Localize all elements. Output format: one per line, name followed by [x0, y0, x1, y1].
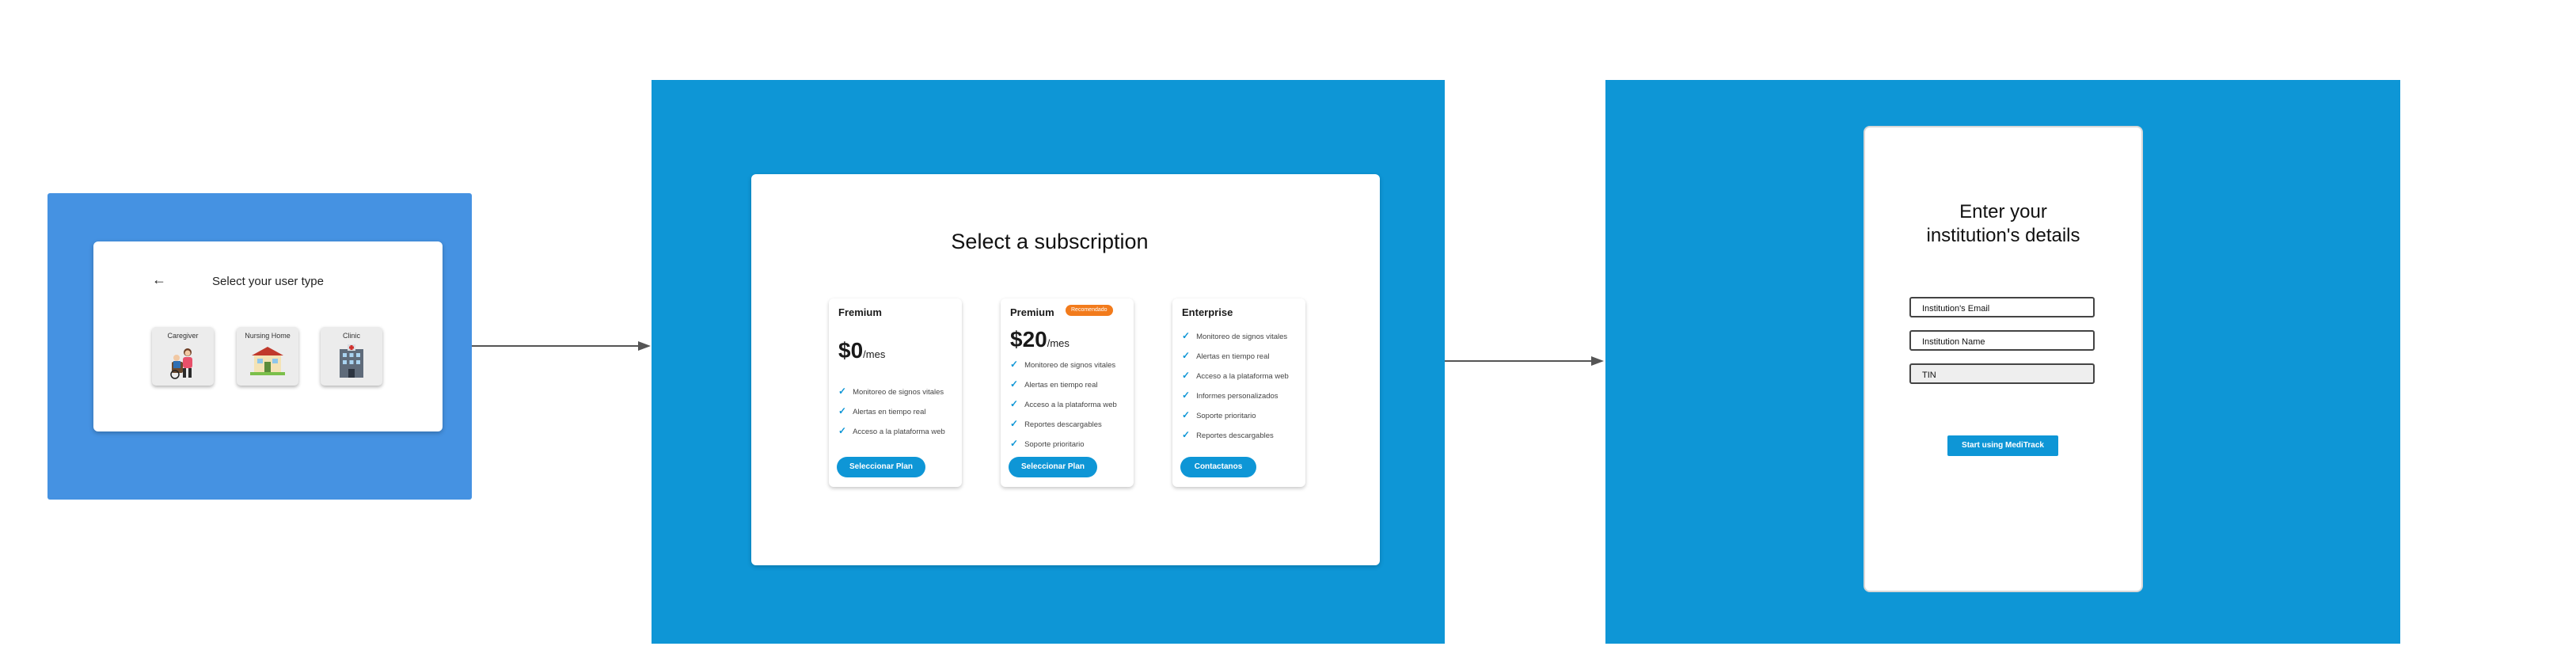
plan-feature: ✓ Alertas en tiempo real	[1010, 378, 1097, 390]
institution-form-card: Enter your institution's details Institu…	[1864, 126, 2143, 592]
plan-feature: ✓ Acceso a la plataforma web	[838, 425, 945, 436]
user-type-label: Caregiver	[167, 332, 199, 340]
feature-text: Acceso a la plataforma web	[853, 428, 945, 436]
feature-text: Monitoreo de signos vitales	[1196, 333, 1288, 341]
caregiver-icon	[170, 348, 192, 379]
plan-name: Premium	[1010, 306, 1054, 318]
plan-price: $0/mes	[838, 338, 885, 363]
title-line-1: Enter your	[1959, 201, 2047, 222]
user-type-caregiver[interactable]: Caregiver	[152, 327, 214, 386]
plan-feature: ✓ Reportes descargables	[1010, 418, 1102, 429]
user-type-label: Nursing Home	[245, 332, 291, 340]
check-icon: ✓	[838, 405, 847, 416]
feature-text: Acceso a la plataforma web	[1196, 372, 1289, 381]
plan-name: Enterprise	[1182, 306, 1233, 318]
subscription-card: Select a subscription Fremium $0/mes ✓ Mo…	[751, 174, 1380, 565]
recommended-badge: Recomendado	[1066, 305, 1113, 316]
feature-text: Alertas en tiempo real	[1196, 352, 1270, 361]
screen-subscription: Select a subscription Fremium $0/mes ✓ Mo…	[652, 80, 1445, 644]
feature-text: Soporte prioritario	[1024, 440, 1085, 449]
check-icon: ✓	[1010, 418, 1019, 429]
check-icon: ✓	[1010, 438, 1019, 449]
check-icon: ✓	[1182, 330, 1191, 341]
feature-text: Acceso a la plataforma web	[1024, 401, 1117, 409]
clinic-icon	[340, 344, 363, 378]
plan-feature: ✓ Reportes descargables	[1182, 429, 1274, 440]
user-type-card: ← Select your user type Caregiver Nursin…	[93, 241, 443, 431]
page-title: Select your user type	[212, 275, 324, 288]
institution-name-field[interactable]: Institution Name	[1909, 330, 2095, 351]
tin-field[interactable]: TIN	[1909, 363, 2095, 384]
feature-text: Reportes descargables	[1024, 420, 1102, 429]
arrow-screen1-to-screen2	[472, 341, 651, 351]
price-amount: $20	[1010, 327, 1047, 352]
user-type-clinic[interactable]: Clinic	[321, 327, 382, 386]
check-icon: ✓	[1010, 359, 1019, 370]
check-icon: ✓	[1010, 398, 1019, 409]
feature-text: Alertas en tiempo real	[1024, 381, 1098, 390]
feature-text: Monitoreo de signos vitales	[853, 388, 944, 397]
select-plan-button[interactable]: Seleccionar Plan	[1009, 457, 1097, 477]
check-icon: ✓	[1182, 350, 1191, 361]
select-plan-button[interactable]: Seleccionar Plan	[837, 457, 925, 477]
plan-card-fremium: Fremium $0/mes ✓ Monitoreo de signos vita…	[829, 298, 962, 487]
plan-feature: ✓ Monitoreo de signos vitales	[1182, 330, 1287, 341]
feature-text: Monitoreo de signos vitales	[1024, 361, 1116, 370]
plan-card-premium: Premium Recomendado $20/mes ✓ Monitoreo d…	[1001, 298, 1134, 487]
check-icon: ✓	[838, 386, 847, 397]
institution-email-field[interactable]: Institution's Email	[1909, 297, 2095, 317]
start-using-button[interactable]: Start using MediTrack	[1947, 435, 2058, 456]
nursing-home-icon	[250, 347, 285, 375]
plan-name: Fremium	[838, 306, 882, 318]
feature-text: Soporte prioritario	[1196, 412, 1256, 420]
page-title: Select a subscription	[951, 230, 1149, 253]
arrow-screen2-to-screen3	[1445, 356, 1604, 366]
plan-feature: ✓ Soporte prioritario	[1182, 409, 1256, 420]
contact-button[interactable]: Contactanos	[1180, 457, 1256, 477]
screen-institution-details: Enter your institution's details Institu…	[1605, 80, 2400, 644]
feature-text: Informes personalizados	[1196, 392, 1279, 401]
plan-feature: ✓ Informes personalizados	[1182, 390, 1279, 401]
check-icon: ✓	[1182, 390, 1191, 401]
check-icon: ✓	[1010, 378, 1019, 390]
check-icon: ✓	[1182, 429, 1191, 440]
plan-feature: ✓ Alertas en tiempo real	[838, 405, 925, 416]
check-icon: ✓	[838, 425, 847, 436]
plan-feature: ✓ Acceso a la plataforma web	[1010, 398, 1117, 409]
price-period: /mes	[1047, 337, 1070, 349]
user-type-nursing-home[interactable]: Nursing Home	[237, 327, 298, 386]
check-icon: ✓	[1182, 370, 1191, 381]
plan-feature: ✓ Acceso a la plataforma web	[1182, 370, 1289, 381]
plan-feature: ✓ Monitoreo de signos vitales	[838, 386, 944, 397]
check-icon: ✓	[1182, 409, 1191, 420]
screen-user-type: ← Select your user type Caregiver Nursin…	[47, 193, 472, 500]
plan-card-enterprise: Enterprise ✓ Monitoreo de signos vitales …	[1172, 298, 1305, 487]
feature-text: Reportes descargables	[1196, 431, 1274, 440]
plan-price: $20/mes	[1010, 327, 1070, 352]
page-title: Enter your institution's details	[1865, 200, 2141, 248]
plan-feature: ✓ Soporte prioritario	[1010, 438, 1085, 449]
feature-text: Alertas en tiempo real	[853, 408, 926, 416]
user-type-label: Clinic	[342, 332, 360, 340]
title-line-2: institution's details	[1926, 225, 2080, 246]
plan-feature: ✓ Alertas en tiempo real	[1182, 350, 1269, 361]
price-period: /mes	[863, 348, 886, 360]
price-amount: $0	[838, 338, 864, 363]
plan-feature: ✓ Monitoreo de signos vitales	[1010, 359, 1115, 370]
